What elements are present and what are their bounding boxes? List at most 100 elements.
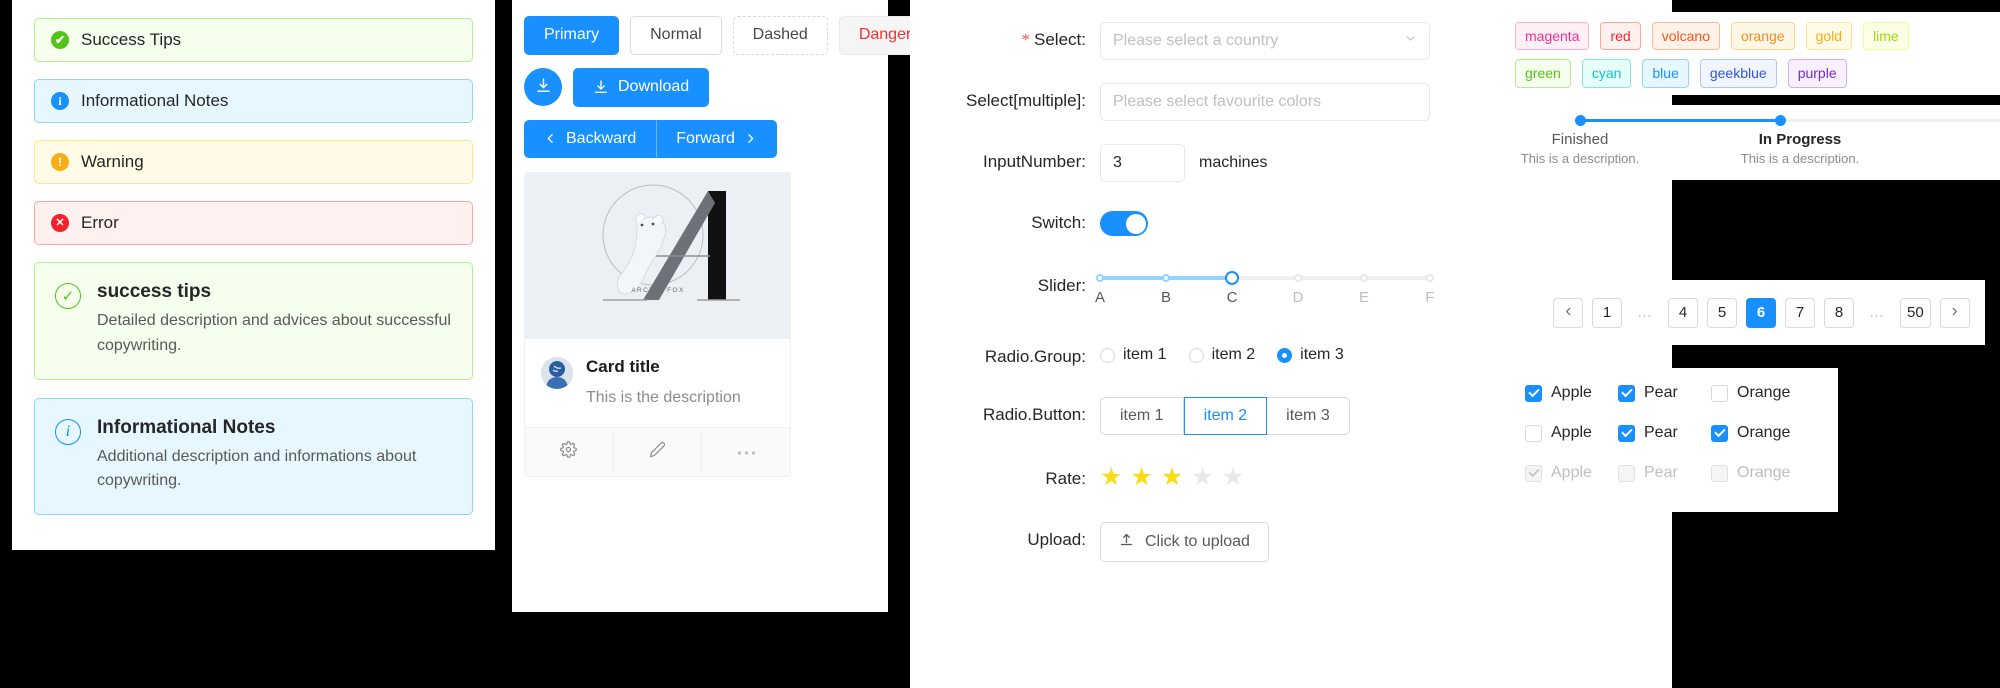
download-icon bbox=[535, 77, 552, 97]
input-number-field[interactable]: 3 bbox=[1100, 144, 1185, 182]
radio-button-item-2[interactable]: item 2 bbox=[1183, 397, 1268, 435]
star-icon-2[interactable]: ★ bbox=[1130, 465, 1152, 490]
backward-button[interactable]: Backward bbox=[524, 119, 657, 159]
alert-box-info: i Informational Notes Additional descrip… bbox=[34, 397, 473, 516]
pagination-ellipsis-right[interactable]: … bbox=[1863, 298, 1891, 328]
button-row-download: Download bbox=[524, 67, 888, 107]
pagination-page-8[interactable]: 8 bbox=[1824, 297, 1854, 328]
tag-orange[interactable]: orange bbox=[1730, 22, 1795, 51]
slider-dot-d[interactable] bbox=[1294, 274, 1302, 282]
slider-rail bbox=[1096, 271, 1434, 285]
radio-circle-checked-icon bbox=[1277, 347, 1293, 363]
checkbox-label: Apple bbox=[1551, 424, 1592, 441]
radio-item-3[interactable]: item 3 bbox=[1277, 346, 1344, 364]
star-icon-5[interactable]: ★ bbox=[1222, 465, 1244, 490]
download-icon-button[interactable] bbox=[524, 68, 562, 107]
warning-circle-icon: ! bbox=[51, 153, 69, 171]
tags-row-1: magenta red volcano orange gold lime bbox=[1515, 22, 1988, 51]
checkbox-label: Orange bbox=[1737, 464, 1791, 481]
tag-lime[interactable]: lime bbox=[1863, 22, 1909, 51]
chevron-right-icon bbox=[1949, 304, 1960, 321]
tag-volcano[interactable]: volcano bbox=[1651, 22, 1720, 51]
checkbox-pear-1[interactable]: Pear bbox=[1618, 384, 1711, 402]
download-button-label: Download bbox=[618, 77, 690, 95]
slider-dot-f[interactable] bbox=[1426, 274, 1434, 282]
radio-group-label: Radio.Group: bbox=[984, 347, 1086, 366]
edit-icon bbox=[649, 441, 666, 463]
forward-button-label: Forward bbox=[676, 129, 735, 147]
checkbox-apple-2[interactable]: Apple bbox=[1525, 424, 1618, 442]
switch-label: Switch: bbox=[1031, 213, 1086, 232]
slider-dot-b[interactable] bbox=[1162, 274, 1170, 282]
steps-track: Finished This is a description. In Progr… bbox=[1503, 105, 2000, 166]
pagination-page-4[interactable]: 4 bbox=[1668, 297, 1698, 328]
pagination-page-6-current[interactable]: 6 bbox=[1746, 297, 1776, 328]
step-dot-in-progress[interactable] bbox=[1775, 115, 1786, 126]
checkbox-orange-1[interactable]: Orange bbox=[1711, 384, 1804, 402]
checkbox-checked-icon bbox=[1618, 424, 1635, 442]
pagination-page-5[interactable]: 5 bbox=[1707, 297, 1737, 328]
slider-control[interactable]: A B C D E F bbox=[1095, 266, 1435, 311]
checkbox-unchecked-disabled-icon bbox=[1618, 464, 1635, 482]
select-country-input[interactable]: Please select a country bbox=[1100, 22, 1430, 60]
tag-red[interactable]: red bbox=[1600, 22, 1641, 51]
star-icon-3[interactable]: ★ bbox=[1161, 465, 1183, 490]
slider-dot-e[interactable] bbox=[1360, 274, 1368, 282]
star-icon-4[interactable]: ★ bbox=[1191, 465, 1213, 490]
alert-warning: ! Warning bbox=[34, 140, 473, 184]
tag-geekblue[interactable]: geekblue bbox=[1699, 59, 1777, 88]
primary-button[interactable]: Primary bbox=[524, 16, 620, 55]
slider-dot-a[interactable] bbox=[1096, 274, 1104, 282]
input-number-label: InputNumber: bbox=[982, 152, 1086, 171]
button-row-styles: Primary Normal Dashed Danger bbox=[524, 16, 932, 55]
step-label-in-progress: In Progress This is a description. bbox=[1741, 131, 1860, 166]
radio-item-1[interactable]: item 1 bbox=[1100, 346, 1167, 364]
slider-marks: A B C D E F bbox=[1095, 289, 1435, 311]
alert-label: Error bbox=[81, 213, 119, 232]
pagination-page-50[interactable]: 50 bbox=[1900, 297, 1931, 328]
slider-mark: B bbox=[1160, 289, 1172, 306]
pagination-next-button[interactable] bbox=[1939, 297, 1970, 328]
checkbox-orange-2[interactable]: Orange bbox=[1711, 424, 1804, 442]
radio-button-item-1[interactable]: item 1 bbox=[1100, 397, 1184, 435]
checkbox-label: Pear bbox=[1644, 464, 1678, 481]
checkbox-panel: Apple Pear Orange Apple Pear Orange Appl… bbox=[1503, 368, 1838, 512]
pagination-page-7[interactable]: 7 bbox=[1785, 297, 1815, 328]
alert-informational-notes: i Informational Notes bbox=[34, 79, 473, 123]
checkbox-apple-1[interactable]: Apple bbox=[1525, 384, 1618, 402]
select-colors-input[interactable]: Please select favourite colors bbox=[1100, 83, 1430, 121]
tag-green[interactable]: green bbox=[1515, 59, 1571, 88]
radio-label: item 3 bbox=[1300, 346, 1344, 363]
normal-button[interactable]: Normal bbox=[630, 16, 722, 55]
step-dot-finished[interactable] bbox=[1575, 115, 1586, 126]
setting-icon-button[interactable] bbox=[525, 428, 613, 476]
slider-handle[interactable] bbox=[1225, 271, 1239, 285]
step-description: This is a description. bbox=[1520, 151, 1640, 166]
pagination-page-1[interactable]: 1 bbox=[1592, 297, 1622, 328]
tag-blue[interactable]: blue bbox=[1642, 59, 1689, 88]
tag-purple[interactable]: purple bbox=[1787, 59, 1847, 88]
card-actions bbox=[525, 427, 790, 477]
download-button[interactable]: Download bbox=[573, 67, 710, 107]
radio-button-item-3[interactable]: item 3 bbox=[1267, 397, 1350, 435]
dashed-button[interactable]: Dashed bbox=[732, 16, 828, 55]
pagination-prev-button[interactable] bbox=[1553, 297, 1583, 328]
input-number-value: 3 bbox=[1113, 154, 1122, 171]
switch-toggle[interactable] bbox=[1100, 211, 1148, 236]
tag-magenta[interactable]: magenta bbox=[1515, 22, 1590, 51]
tag-cyan[interactable]: cyan bbox=[1581, 59, 1632, 88]
alert-label: Success Tips bbox=[81, 30, 182, 49]
tag-gold[interactable]: gold bbox=[1805, 22, 1853, 51]
checkbox-pear-2[interactable]: Pear bbox=[1618, 424, 1711, 442]
star-icon-1[interactable]: ★ bbox=[1100, 465, 1122, 490]
ellipsis-icon-button[interactable] bbox=[701, 428, 790, 477]
edit-icon-button[interactable] bbox=[612, 428, 702, 477]
download-icon bbox=[593, 79, 609, 95]
radio-item-2[interactable]: item 2 bbox=[1188, 346, 1255, 364]
pagination-ellipsis-left[interactable]: … bbox=[1631, 298, 1659, 328]
close-circle-icon: ✕ bbox=[51, 214, 69, 232]
upload-button[interactable]: Click to upload bbox=[1100, 522, 1269, 562]
forward-button[interactable]: Forward bbox=[656, 119, 777, 159]
alert-error: ✕ Error bbox=[34, 201, 473, 245]
switch-knob bbox=[1125, 213, 1146, 234]
